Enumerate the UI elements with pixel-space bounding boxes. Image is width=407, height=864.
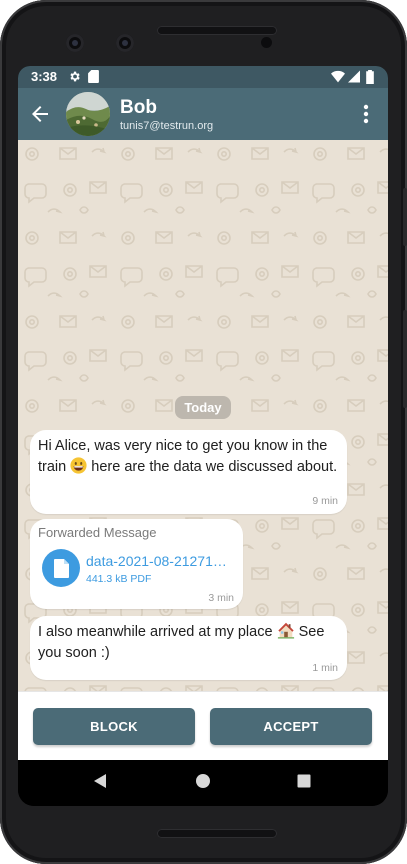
wifi-icon — [331, 70, 345, 83]
phone-frame: 3:38 Bob tunis7@testrun.org Today Hi Ali… — [0, 0, 407, 864]
status-time: 3:38 — [31, 69, 58, 84]
message-time: 9 min — [312, 495, 338, 507]
proximity-sensor — [261, 37, 272, 48]
gear-icon — [70, 71, 80, 82]
file-attachment-button[interactable] — [42, 549, 80, 587]
arrow-back-icon[interactable] — [28, 102, 52, 126]
forwarded-message-bubble[interactable]: Forwarded Message data-2021-08-21271… 44… — [30, 519, 243, 609]
contact-name[interactable]: Bob — [120, 97, 157, 119]
contact-address: tunis7@testrun.org — [120, 120, 214, 132]
forwarded-label: Forwarded Message — [38, 525, 157, 540]
chat-area[interactable]: Today Hi Alice, was very nice to get you… — [18, 140, 388, 691]
message-bubble[interactable]: Hi Alice, was very nice to get you know … — [30, 430, 347, 514]
signal-icon — [348, 70, 360, 83]
contact-avatar[interactable] — [66, 92, 110, 136]
house-emoji-icon — [277, 622, 294, 639]
message-time: 1 min — [312, 662, 338, 674]
accept-button[interactable]: ACCEPT — [210, 708, 372, 745]
battery-icon — [366, 70, 374, 84]
status-bar: 3:38 — [18, 66, 388, 88]
date-divider: Today — [175, 396, 231, 419]
front-camera-right — [116, 34, 134, 52]
system-nav-bar — [18, 760, 388, 806]
more-vert-icon[interactable] — [358, 102, 374, 126]
message-text-part: I also meanwhile arrived at my place — [38, 624, 277, 640]
sd-card-icon — [88, 70, 99, 83]
app-bar: Bob tunis7@testrun.org — [18, 88, 388, 140]
message-text-part: here are the data we discussed about. — [87, 459, 338, 475]
document-icon — [54, 559, 69, 578]
file-meta: 441.3 kB PDF — [86, 573, 152, 585]
grinning-face-emoji-icon — [70, 457, 87, 474]
nav-recents-icon[interactable] — [296, 772, 312, 790]
power-button — [403, 188, 407, 246]
message-text: I also meanwhile arrived at my place See… — [38, 621, 338, 664]
bottom-speaker — [157, 829, 277, 838]
contact-request-actions: BLOCK ACCEPT — [18, 691, 388, 760]
file-name-link[interactable]: data-2021-08-21271… — [86, 553, 227, 569]
message-time: 3 min — [208, 592, 234, 604]
volume-button — [403, 310, 407, 408]
front-camera-left — [66, 34, 84, 52]
screen: 3:38 Bob tunis7@testrun.org Today Hi Ali… — [18, 66, 388, 806]
message-bubble[interactable]: I also meanwhile arrived at my place See… — [30, 616, 347, 680]
avatar-landscape-image — [66, 92, 110, 136]
nav-back-icon[interactable] — [92, 772, 108, 790]
nav-home-icon[interactable] — [195, 772, 211, 790]
earpiece-speaker — [157, 26, 277, 35]
message-text: Hi Alice, was very nice to get you know … — [38, 436, 343, 478]
block-button[interactable]: BLOCK — [33, 708, 195, 745]
